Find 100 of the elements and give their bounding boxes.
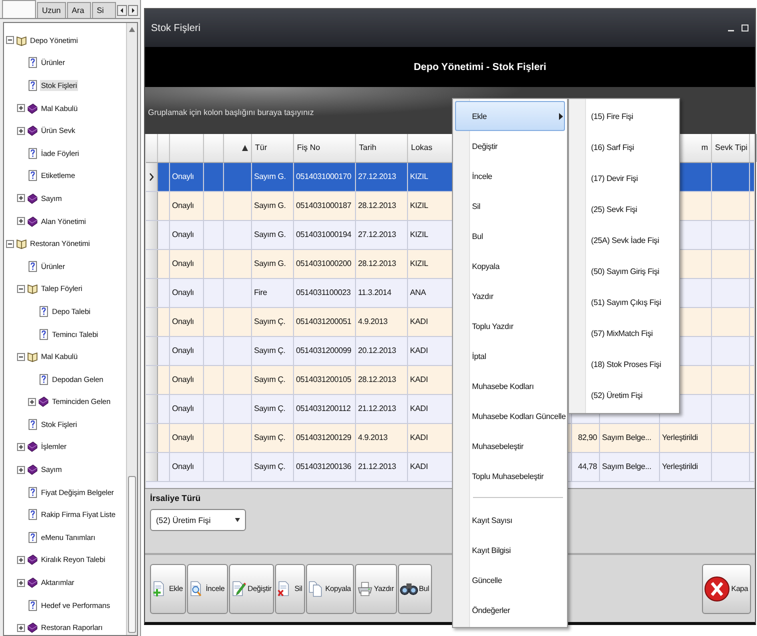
table-cell: Onaylı bbox=[170, 395, 204, 423]
table-cell: 0514031000200 bbox=[294, 250, 356, 278]
table-cell: Onaylı bbox=[170, 163, 204, 191]
table-cell: 82,90 bbox=[572, 424, 600, 452]
scroll-up-icon[interactable] bbox=[129, 27, 135, 32]
menu-item[interactable]: Değiştir bbox=[455, 131, 565, 161]
help-page-icon bbox=[27, 486, 38, 498]
menu-item[interactable]: Güncelle bbox=[455, 565, 565, 595]
scrollbar[interactable] bbox=[126, 23, 137, 635]
tab[interactable]: Ara bbox=[66, 2, 91, 18]
menu-item[interactable]: Kayıt Bilgisi bbox=[455, 535, 565, 565]
table-cell: Sayım Ç. bbox=[252, 395, 294, 423]
menu-item[interactable]: İncele bbox=[455, 161, 565, 191]
menu-item[interactable]: Kayıt Sayısı bbox=[455, 505, 565, 535]
help-page-icon bbox=[27, 148, 38, 159]
sort-icon[interactable] bbox=[242, 145, 248, 151]
type-dropdown[interactable]: (52) Üretim Fişi bbox=[150, 509, 246, 531]
expand-icon[interactable] bbox=[17, 194, 25, 202]
expand-icon[interactable] bbox=[17, 578, 25, 587]
window-title: Stok Fişleri bbox=[151, 22, 200, 34]
table-cell: Sayım Ç. bbox=[252, 337, 294, 365]
menu-item[interactable]: Bul bbox=[455, 221, 565, 251]
column-header[interactable]: m bbox=[701, 134, 708, 162]
table-cell: 0514031200136 bbox=[294, 453, 356, 481]
table-cell: Onaylı bbox=[170, 192, 204, 220]
tab[interactable]: Uzun bbox=[37, 2, 66, 18]
table-cell: 0514031200105 bbox=[294, 366, 356, 394]
table-cell: Sayım Ç. bbox=[252, 424, 294, 452]
expand-icon[interactable] bbox=[17, 624, 25, 632]
table-cell: Sayım Ç. bbox=[252, 308, 294, 336]
table-cell: 4.9.2013 bbox=[356, 308, 408, 336]
table-cell: 44,78 bbox=[572, 453, 600, 481]
group-legend: İrsaliye Türü bbox=[150, 493, 750, 503]
table-cell: 21.12.2013 bbox=[356, 395, 408, 423]
book-icon bbox=[27, 125, 38, 136]
table-cell: 0514031000187 bbox=[294, 192, 356, 220]
menu-item[interactable]: Sil bbox=[455, 191, 565, 221]
expand-icon[interactable] bbox=[17, 217, 25, 226]
table-cell: Onaylı bbox=[170, 337, 204, 365]
table-cell: Yerleştirildi bbox=[660, 453, 712, 481]
table-cell: 0514031200051 bbox=[294, 308, 356, 336]
table-cell: Sayım Belge... bbox=[600, 453, 660, 481]
book-icon bbox=[27, 464, 38, 476]
table-cell: Onaylı bbox=[170, 366, 204, 394]
menu-item[interactable]: Ekle bbox=[455, 101, 565, 131]
column-header[interactable]: Tür bbox=[255, 134, 267, 162]
book-icon bbox=[27, 216, 38, 227]
menu-item[interactable]: (17) Devir Fişi bbox=[571, 163, 677, 194]
tab[interactable] bbox=[2, 0, 36, 18]
help-page-icon bbox=[27, 532, 38, 543]
table-cell: 27.12.2013 bbox=[356, 163, 408, 191]
book-icon bbox=[27, 577, 38, 588]
table-cell: 11.3.2014 bbox=[356, 279, 408, 307]
collapse-icon[interactable] bbox=[17, 284, 25, 293]
tab[interactable]: Si bbox=[92, 2, 116, 18]
table-cell: 20.12.2013 bbox=[356, 337, 408, 365]
table-cell: Onaylı bbox=[170, 453, 204, 481]
expand-icon[interactable] bbox=[17, 466, 25, 474]
help-page-icon bbox=[27, 600, 38, 611]
book-icon bbox=[27, 192, 38, 204]
scrollbar-thumb[interactable] bbox=[128, 476, 136, 633]
scroll-left-icon[interactable] bbox=[117, 5, 127, 16]
expand-icon[interactable] bbox=[28, 398, 36, 406]
expand-icon[interactable] bbox=[17, 126, 25, 135]
table-cell: Sayım Ç. bbox=[252, 453, 294, 481]
help-page-icon bbox=[27, 170, 38, 182]
expand-icon[interactable] bbox=[17, 442, 25, 451]
table-cell: 0514031200112 bbox=[294, 395, 356, 423]
menu-item[interactable]: (15) Fire Fişi bbox=[571, 101, 677, 132]
menu-item[interactable]: Öndeğerler bbox=[455, 595, 565, 625]
collapse-icon[interactable] bbox=[6, 36, 14, 44]
table-cell: Yerleştirildi bbox=[660, 424, 712, 452]
menu-item[interactable]: (16) Sarf Fişi bbox=[571, 132, 677, 163]
table-cell: Onaylı bbox=[170, 250, 204, 278]
table-cell: Onaylı bbox=[170, 279, 204, 307]
scroll-right-icon[interactable] bbox=[128, 5, 138, 16]
table-cell: Fire bbox=[252, 279, 294, 307]
table-cell: Sayım G. bbox=[252, 221, 294, 249]
table-cell: Onaylı bbox=[170, 221, 204, 249]
table-cell: 0514031200129 bbox=[294, 424, 356, 452]
expand-icon[interactable] bbox=[17, 104, 25, 112]
menu-item[interactable]: Kopyala bbox=[455, 251, 565, 281]
table-cell: Sayım Belge... bbox=[600, 424, 660, 452]
book-icon bbox=[27, 622, 38, 634]
column-header[interactable]: Sevk Tipi bbox=[715, 134, 748, 162]
collapse-icon[interactable] bbox=[17, 352, 25, 361]
caret-icon bbox=[235, 518, 240, 522]
column-header[interactable]: Lokas bbox=[411, 134, 432, 162]
table-cell: 0514031000170 bbox=[294, 163, 356, 191]
column-header[interactable]: Fiş No bbox=[297, 134, 320, 162]
help-page-icon bbox=[27, 80, 38, 91]
page-heading: Depo Yönetimi - Stok Fişleri bbox=[412, 62, 546, 72]
expand-icon[interactable] bbox=[17, 556, 25, 564]
binoculars-icon bbox=[400, 582, 418, 594]
table-cell: 28.12.2013 bbox=[356, 192, 408, 220]
collapse-icon[interactable] bbox=[6, 240, 14, 248]
column-header[interactable]: Tarih bbox=[359, 134, 376, 162]
book-icon bbox=[27, 102, 38, 114]
row-pointer-icon bbox=[149, 173, 154, 181]
maximize-icon[interactable] bbox=[741, 24, 749, 32]
